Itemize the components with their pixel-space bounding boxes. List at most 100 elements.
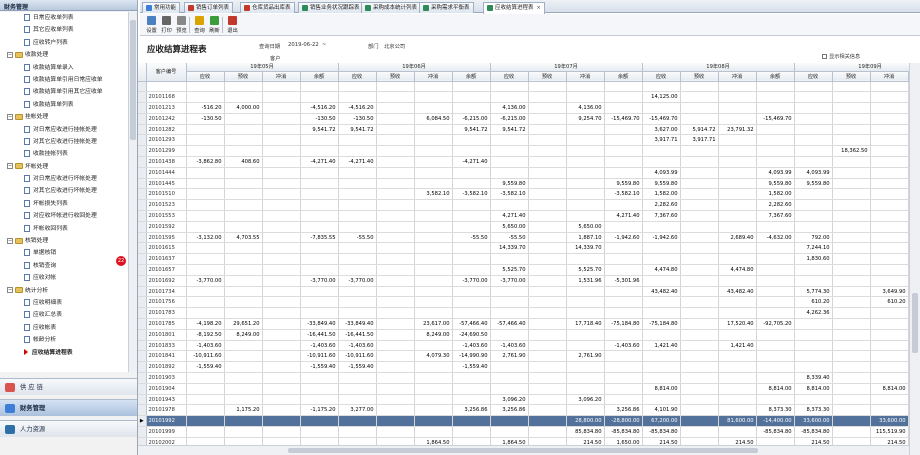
- tree-item[interactable]: 对其它应收进行挂帐处理: [0, 136, 128, 148]
- preview-button[interactable]: 预览: [174, 16, 189, 35]
- checkbox-box[interactable]: [822, 54, 827, 59]
- grid-horizontal-scrollbar[interactable]: [138, 445, 909, 455]
- tree-item[interactable]: 对日常应收进行坏帐处理: [0, 173, 128, 185]
- nav-tree-scrollbar[interactable]: [128, 12, 137, 372]
- collapse-icon[interactable]: −: [7, 237, 13, 244]
- row-indicator[interactable]: [138, 113, 147, 125]
- table-row[interactable]: 20101242 -130.50 -130.50 -130.50 6,084.50 -6,…: [138, 113, 909, 125]
- table-row[interactable]: 20101510 3,582.10 -3,582.10 -3,582.10 -3,582…: [138, 188, 909, 201]
- table-row[interactable]: 20101999 85,834.80 -85,834.80 -85,834.80 -85…: [138, 426, 909, 438]
- tree-group[interactable]: − 收款处理: [0, 49, 128, 61]
- tab-0[interactable]: 常用功能: [142, 2, 181, 13]
- collapse-icon[interactable]: −: [7, 51, 13, 58]
- row-indicator[interactable]: [138, 242, 147, 255]
- row-indicator[interactable]: [138, 253, 147, 266]
- tree-item[interactable]: 收款挂帐列表: [0, 148, 128, 160]
- table-row[interactable]: 20101523 2,282.60 2,282.60: [138, 199, 909, 212]
- tree-item[interactable]: 应收转户列表: [0, 37, 128, 49]
- row-indicator[interactable]: [138, 372, 147, 384]
- row-indicator[interactable]: [138, 426, 147, 438]
- row-indicator[interactable]: [138, 156, 147, 168]
- tab-4[interactable]: 采购成本统计列表: [361, 2, 422, 13]
- table-row[interactable]: 20101553 4,271.40 4,271.40 7,367.60 7,367.60: [138, 210, 909, 222]
- tab-6[interactable]: 应收结算进程表 ×: [483, 2, 545, 14]
- row-indicator[interactable]: [138, 81, 147, 93]
- table-row[interactable]: 201019038,339.408,339.40: [138, 372, 909, 384]
- tree-item[interactable]: 应收结算进程表: [0, 347, 128, 359]
- tree-item[interactable]: 收款结算单录入: [0, 62, 128, 74]
- table-row[interactable]: 20101213 -516.20 4,000.00 -4,516.20 -4,516.2…: [138, 102, 909, 114]
- row-indicator[interactable]: [138, 167, 147, 179]
- tree-item[interactable]: 日常应收单列表: [0, 12, 128, 24]
- table-row[interactable]: 20101833 -1,403.60 -1,403.60 -1,403.60 -1,40…: [138, 340, 909, 352]
- table-row[interactable]: ▶ 20101992 28,800.00 -28,800.00 67,200.00 81,…: [138, 415, 909, 427]
- tree-item[interactable]: 坏帐损失列表: [0, 198, 128, 210]
- row-indicator[interactable]: [138, 383, 147, 395]
- tree-item[interactable]: 其它应收单列表: [0, 24, 128, 36]
- row-indicator[interactable]: [138, 286, 147, 298]
- tree-item[interactable]: 应收帐表: [0, 322, 128, 334]
- collapse-icon[interactable]: −: [7, 113, 13, 120]
- table-row[interactable]: 20101904 8,814.00 8,814.00 8,814.00 8,814.00: [138, 383, 909, 395]
- row-indicator[interactable]: [138, 221, 147, 233]
- tree-item[interactable]: 对其它应收进行坏帐处理: [0, 185, 128, 197]
- table-row[interactable]: 20101592 5,650.00 5,650.00: [138, 221, 909, 233]
- tab-3[interactable]: 销售业务状况跟踪表: [298, 2, 364, 13]
- table-row[interactable]: 20101657 5,525.70 5,525.70 4,474.80 4,474.80: [138, 264, 909, 276]
- row-indicator[interactable]: [138, 329, 147, 341]
- table-row[interactable]: 20101438 -3,862.80 408.60 -4,271.40 -4,271.4…: [138, 156, 909, 168]
- table-row[interactable]: 20102002 1,864.50 1,864.50 214.50 1,650.00 21…: [138, 437, 909, 445]
- module-finance[interactable]: 财务管理: [0, 399, 137, 416]
- row-indicator[interactable]: [138, 394, 147, 406]
- row-indicator[interactable]: [138, 124, 147, 136]
- tab-5[interactable]: 采购需求平衡表: [419, 2, 474, 13]
- table-row[interactable]: 20101978 1,175.20 -1,175.20 3,277.00 3,256.8…: [138, 404, 909, 417]
- table-row[interactable]: 20101943 3,096.20 3,096.20: [138, 394, 909, 406]
- row-indicator[interactable]: [138, 188, 147, 201]
- tab-2[interactable]: 仓库货品出库表: [240, 2, 295, 13]
- row-indicator[interactable]: [138, 275, 147, 287]
- tree-item[interactable]: 应收对帐: [0, 272, 128, 284]
- table-row[interactable]: 20101168 14,125.00: [138, 91, 909, 104]
- tree-item[interactable]: 收款结算单列表: [0, 99, 128, 111]
- table-row[interactable]: 2010129918,362.5018,362.50: [138, 145, 909, 158]
- row-indicator[interactable]: [138, 232, 147, 244]
- tab-1[interactable]: 销售订单列表: [184, 2, 234, 13]
- tree-group[interactable]: − 统计分析: [0, 285, 128, 297]
- query-button[interactable]: 查询: [192, 16, 207, 35]
- row-indicator[interactable]: [138, 91, 147, 104]
- row-indicator[interactable]: [138, 264, 147, 276]
- row-indicator[interactable]: [138, 145, 147, 158]
- table-row[interactable]: 20101734 43,482.40 43,482.40 5,774.30 3,649.…: [138, 286, 909, 298]
- row-indicator[interactable]: [138, 199, 147, 212]
- scrollbar-thumb[interactable]: [130, 20, 136, 140]
- tree-group[interactable]: − 挂帐处理: [0, 111, 128, 123]
- tree-item[interactable]: 核销查询: [0, 260, 128, 272]
- tree-item[interactable]: 应收明细表: [0, 297, 128, 309]
- table-row[interactable]: 20101801 -8,192.50 8,249.00 -16,441.50 -16,4…: [138, 329, 909, 341]
- tree-item[interactable]: 对日常应收进行挂帐处理: [0, 124, 128, 136]
- tree-item[interactable]: 收款结算单引用其它应收单: [0, 86, 128, 98]
- table-row[interactable]: 20101282 9,541.72 9,541.72 9,541.72 9,541.72…: [138, 124, 909, 136]
- table-row[interactable]: 20101445 9,559.80 9,559.80 9,559.80 9,559.80…: [138, 178, 909, 190]
- table-row[interactable]: 20101595 -3,132.00 4,703.55 -7,835.55 -55.50…: [138, 232, 909, 244]
- collapse-icon[interactable]: −: [7, 163, 13, 170]
- row-indicator[interactable]: [138, 437, 147, 445]
- close-icon[interactable]: ×: [537, 3, 541, 13]
- tree-group[interactable]: − 坏帐处理: [0, 161, 128, 173]
- row-indicator[interactable]: [138, 307, 147, 320]
- grid-vertical-scrollbar[interactable]: [909, 63, 920, 455]
- row-indicator[interactable]: [138, 210, 147, 222]
- print-button[interactable]: 打印: [159, 16, 174, 35]
- row-indicator[interactable]: [138, 404, 147, 417]
- tree-item[interactable]: 应收汇总表: [0, 309, 128, 321]
- table-row[interactable]: 20101892 -1,559.40 -1,559.40 -1,559.40 -1,55…: [138, 361, 909, 374]
- tree-item[interactable]: 帐龄分析: [0, 334, 128, 346]
- row-indicator[interactable]: [138, 318, 147, 330]
- tree-item[interactable]: 坏帐收回列表: [0, 223, 128, 235]
- table-row[interactable]: 201017834,262.364,262.36: [138, 307, 909, 320]
- settings-button[interactable]: 设置: [144, 16, 159, 35]
- tree-item[interactable]: 收款结算单引用日常应收单: [0, 74, 128, 86]
- scrollbar-thumb[interactable]: [912, 293, 918, 353]
- exit-button[interactable]: 退出: [225, 16, 240, 35]
